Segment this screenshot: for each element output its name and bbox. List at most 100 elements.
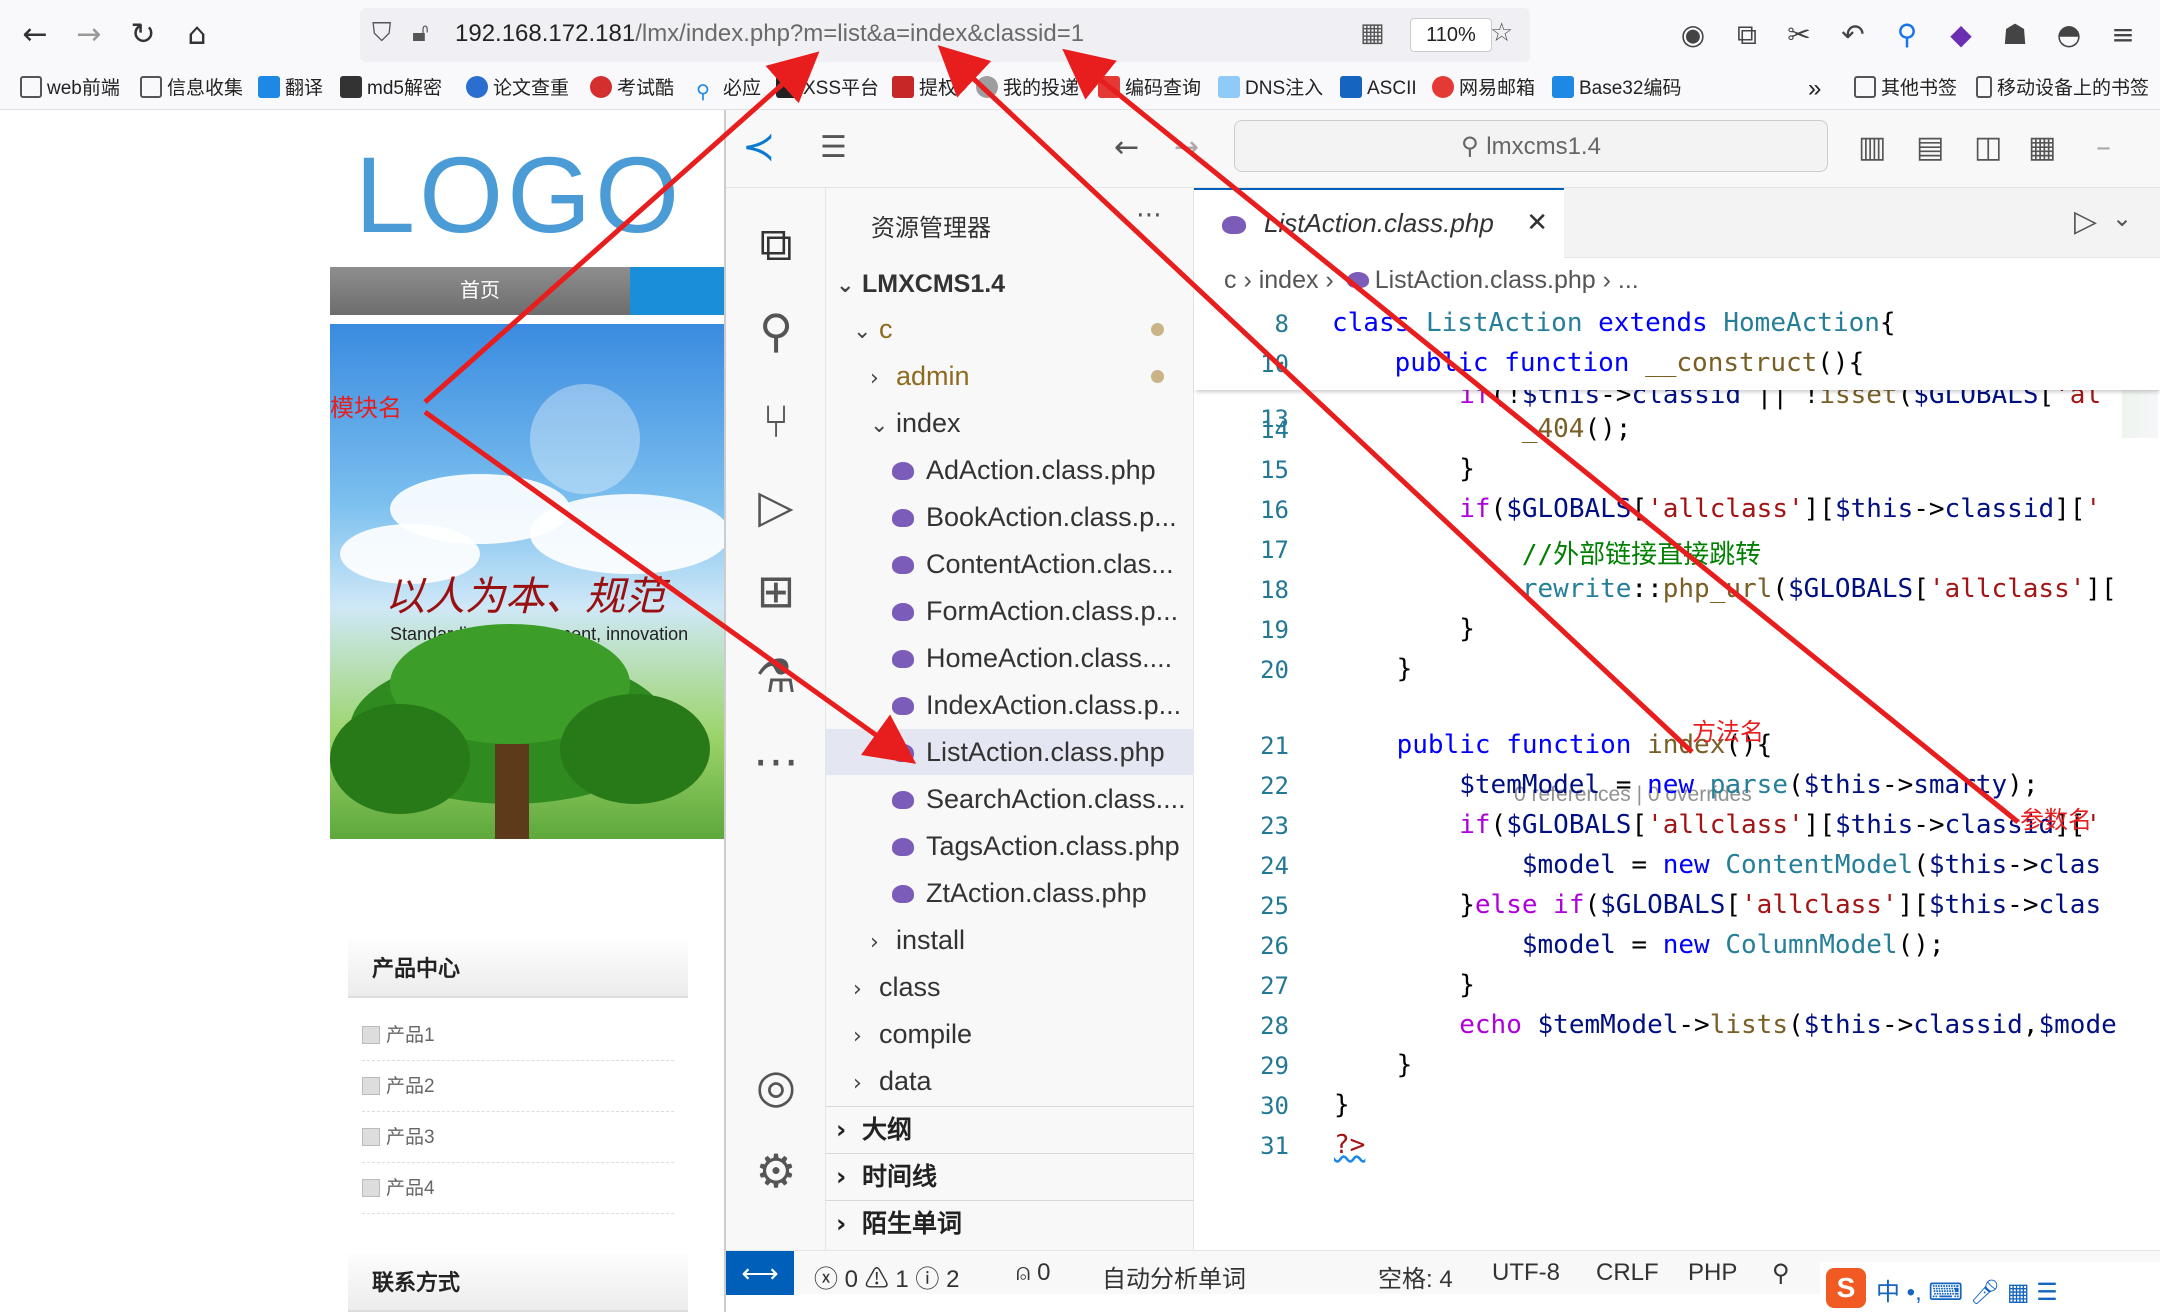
- bookmark-item[interactable]: 信息收集: [140, 74, 243, 104]
- file-item[interactable]: IndexAction.class.p...: [826, 682, 1194, 728]
- explorer-icon[interactable]: ⧉: [748, 216, 804, 272]
- file-item[interactable]: ZtAction.class.php: [826, 870, 1194, 916]
- hamburger-menu-icon[interactable]: ☰: [820, 130, 847, 165]
- encoding-status[interactable]: UTF-8: [1492, 1259, 1560, 1287]
- bookmark-item[interactable]: web前端: [20, 74, 120, 104]
- close-icon[interactable]: ✕: [1526, 190, 1548, 256]
- folder-c[interactable]: ⌄ c: [826, 306, 1194, 352]
- file-item[interactable]: SearchAction.class....: [826, 776, 1194, 822]
- remote-indicator-icon[interactable]: ⟷: [726, 1251, 794, 1295]
- file-item[interactable]: BookAction.class.p...: [826, 494, 1194, 540]
- eol-status[interactable]: CRLF: [1596, 1259, 1659, 1287]
- unknown-words-section[interactable]: › 陌生单词: [826, 1200, 1194, 1246]
- bookmark-item[interactable]: 网易邮箱: [1432, 74, 1535, 104]
- bookmark-item[interactable]: md5解密: [340, 74, 442, 104]
- accounts-icon[interactable]: ◎: [748, 1058, 804, 1114]
- folder-compile[interactable]: › compile: [826, 1011, 1194, 1057]
- location-icon[interactable]: ⚲: [1888, 16, 1926, 54]
- source-control-icon[interactable]: ⑂: [748, 393, 804, 449]
- bookmark-item[interactable]: ⚲ 必应: [696, 74, 761, 104]
- folder-index[interactable]: ⌄ index: [826, 400, 1194, 446]
- shield-icon[interactable]: ⛉: [372, 18, 392, 49]
- account-icon[interactable]: ◉: [1674, 16, 1712, 54]
- indentation-status[interactable]: 空格: 4: [1378, 1259, 1453, 1294]
- product-link[interactable]: 产品1: [362, 1010, 674, 1061]
- minimize-icon[interactable]: –: [2096, 130, 2111, 165]
- file-item[interactable]: HomeAction.class....: [826, 635, 1194, 681]
- mobile-bookmarks[interactable]: 移动设备上的书签: [1976, 74, 2149, 104]
- bookmark-star-icon[interactable]: ☆: [1490, 18, 1513, 48]
- file-item[interactable]: ContentAction.clas...: [826, 541, 1194, 587]
- project-root[interactable]: ⌄ LMXCMS1.4: [826, 261, 1194, 307]
- file-item[interactable]: TagsAction.class.php: [826, 823, 1194, 869]
- bookmark-item[interactable]: 提权: [892, 74, 957, 104]
- file-item[interactable]: FormAction.class.p...: [826, 588, 1194, 634]
- menu-icon[interactable]: ≡: [2104, 16, 2142, 54]
- run-debug-icon[interactable]: ▷: [748, 478, 804, 534]
- bookmark-item[interactable]: XSS平台: [776, 74, 879, 104]
- folder-install[interactable]: › install: [826, 917, 1194, 963]
- nav-active-item[interactable]: [630, 267, 724, 315]
- language-status[interactable]: PHP: [1688, 1259, 1737, 1287]
- site-logo[interactable]: LOGO: [355, 132, 683, 257]
- product-link[interactable]: 产品4: [362, 1163, 674, 1214]
- bookmark-item[interactable]: DNS注入: [1218, 74, 1323, 104]
- breadcrumb[interactable]: c › index › ListAction.class.php › ...: [1224, 266, 1639, 295]
- ports-indicator[interactable]: ⍝ 0: [1016, 1259, 1050, 1287]
- nav-home-link[interactable]: 首页: [330, 267, 630, 315]
- extensions-icon[interactable]: ⧉: [1728, 16, 1766, 54]
- run-dropdown-icon[interactable]: ⌄: [2112, 204, 2132, 232]
- explorer-more-icon[interactable]: ⋯: [1136, 200, 1162, 230]
- outline-section[interactable]: › 大纲: [826, 1106, 1194, 1152]
- spy-icon[interactable]: ☗: [1996, 16, 2034, 54]
- testing-icon[interactable]: ⚗: [748, 648, 804, 704]
- extensions-icon[interactable]: ⊞: [748, 563, 804, 619]
- product-link[interactable]: 产品2: [362, 1061, 674, 1112]
- file-item-selected[interactable]: ListAction.class.php: [826, 729, 1194, 775]
- customize-layout-icon[interactable]: ▦: [2028, 130, 2056, 165]
- command-center-search[interactable]: ⚲ lmxcms1.4: [1234, 120, 1828, 172]
- nav-back-icon[interactable]: ←: [1114, 130, 1139, 165]
- url-bar[interactable]: ⛉ 🔓︎ 192.168.172.181/lmx/index.php?m=lis…: [360, 8, 1530, 62]
- sticky-scroll[interactable]: 8 class ListAction extends HomeAction{ 1…: [1194, 300, 2160, 390]
- timeline-section[interactable]: › 时间线: [826, 1153, 1194, 1199]
- toggle-sidebar-icon[interactable]: ▥: [1858, 130, 1886, 165]
- chevrons-right-icon[interactable]: »: [1808, 74, 1821, 104]
- hat-icon[interactable]: ◓: [2050, 16, 2088, 54]
- bookmark-item[interactable]: 考试酷: [590, 74, 674, 104]
- bookmark-item[interactable]: 论文查重: [466, 74, 569, 104]
- other-bookmarks[interactable]: 其他书签: [1854, 74, 1957, 104]
- product-link[interactable]: 产品3: [362, 1112, 674, 1163]
- back-icon[interactable]: ←: [14, 14, 56, 56]
- bookmark-item[interactable]: 编码查询: [1098, 74, 1201, 104]
- zoom-level[interactable]: 110%: [1410, 18, 1492, 52]
- folder-class[interactable]: › class: [826, 964, 1194, 1010]
- extension-badge-icon[interactable]: ◆: [1942, 16, 1980, 54]
- more-icon[interactable]: ⋯: [748, 733, 804, 789]
- ime-mode-icon[interactable]: 中 •, ⌨ 🎤︎ ▦ ☰: [1876, 1272, 2058, 1307]
- forward-icon[interactable]: →: [68, 14, 110, 56]
- problems-indicator[interactable]: ⓧ 0 ⚠ 1 ⓘ 2: [814, 1259, 959, 1294]
- search-icon[interactable]: ⚲: [748, 303, 804, 359]
- toggle-panel-icon[interactable]: ▤: [1916, 130, 1944, 165]
- url-text[interactable]: 192.168.172.181/lmx/index.php?m=list&a=i…: [455, 20, 1084, 48]
- folder-data[interactable]: › data: [826, 1058, 1194, 1104]
- editor-tab-active[interactable]: ListAction.class.php ✕: [1194, 188, 1564, 258]
- undo-icon[interactable]: ↶: [1834, 16, 1872, 54]
- go-live-icon[interactable]: ⚲: [1772, 1259, 1790, 1288]
- bookmark-item[interactable]: 翻译: [258, 74, 323, 104]
- screenshot-icon[interactable]: ✂: [1780, 16, 1818, 54]
- sogou-logo-icon[interactable]: S: [1826, 1268, 1866, 1308]
- bookmark-item[interactable]: Base32编码: [1552, 74, 1681, 104]
- spell-check-status[interactable]: 自动分析单词: [1102, 1259, 1246, 1294]
- nav-forward-icon[interactable]: →: [1174, 130, 1199, 165]
- bookmark-item[interactable]: 我的投递: [976, 74, 1079, 104]
- run-icon[interactable]: ▷: [2074, 204, 2097, 239]
- file-item[interactable]: AdAction.class.php: [826, 447, 1194, 493]
- folder-admin[interactable]: › admin: [826, 353, 1194, 399]
- home-icon[interactable]: ⌂: [176, 14, 218, 56]
- ime-toolbar[interactable]: S 中 •, ⌨ 🎤︎ ▦ ☰: [1820, 1262, 2160, 1312]
- insecure-lock-icon[interactable]: 🔓︎: [412, 18, 429, 49]
- bookmark-item[interactable]: ASCII: [1340, 74, 1417, 104]
- reload-icon[interactable]: ↻: [122, 14, 164, 56]
